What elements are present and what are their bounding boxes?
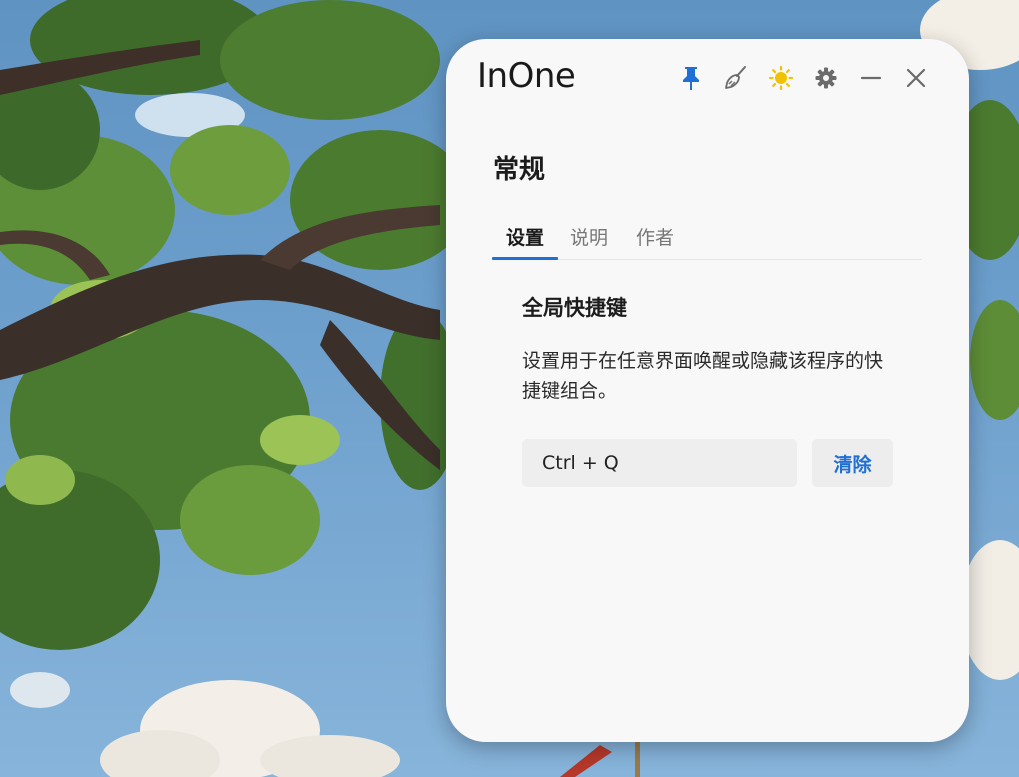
app-title: InOne [477,56,576,96]
shortcut-heading: 全局快捷键 [522,296,627,320]
title-bar-icons [676,63,931,93]
shortcut-input[interactable]: Ctrl + Q [522,439,797,487]
broom-icon[interactable] [721,63,751,93]
tab-settings[interactable]: 设置 [492,223,558,260]
pin-icon[interactable] [676,63,706,93]
tab-description[interactable]: 说明 [566,223,612,259]
tab-author[interactable]: 作者 [632,223,678,259]
gear-icon[interactable] [811,63,841,93]
minimize-icon[interactable] [856,63,886,93]
inone-window: InOne 常规 设置 说明 作者 全局快捷键 设置用于在任意界面唤醒或隐藏该程… [446,39,969,742]
page-title: 常规 [493,155,546,185]
sun-icon[interactable] [766,63,796,93]
close-icon[interactable] [901,63,931,93]
clear-button[interactable]: 清除 [812,439,893,487]
shortcut-description: 设置用于在任意界面唤醒或隐藏该程序的快捷键组合。 [522,350,884,402]
tab-bar: 设置 说明 作者 [492,223,922,260]
